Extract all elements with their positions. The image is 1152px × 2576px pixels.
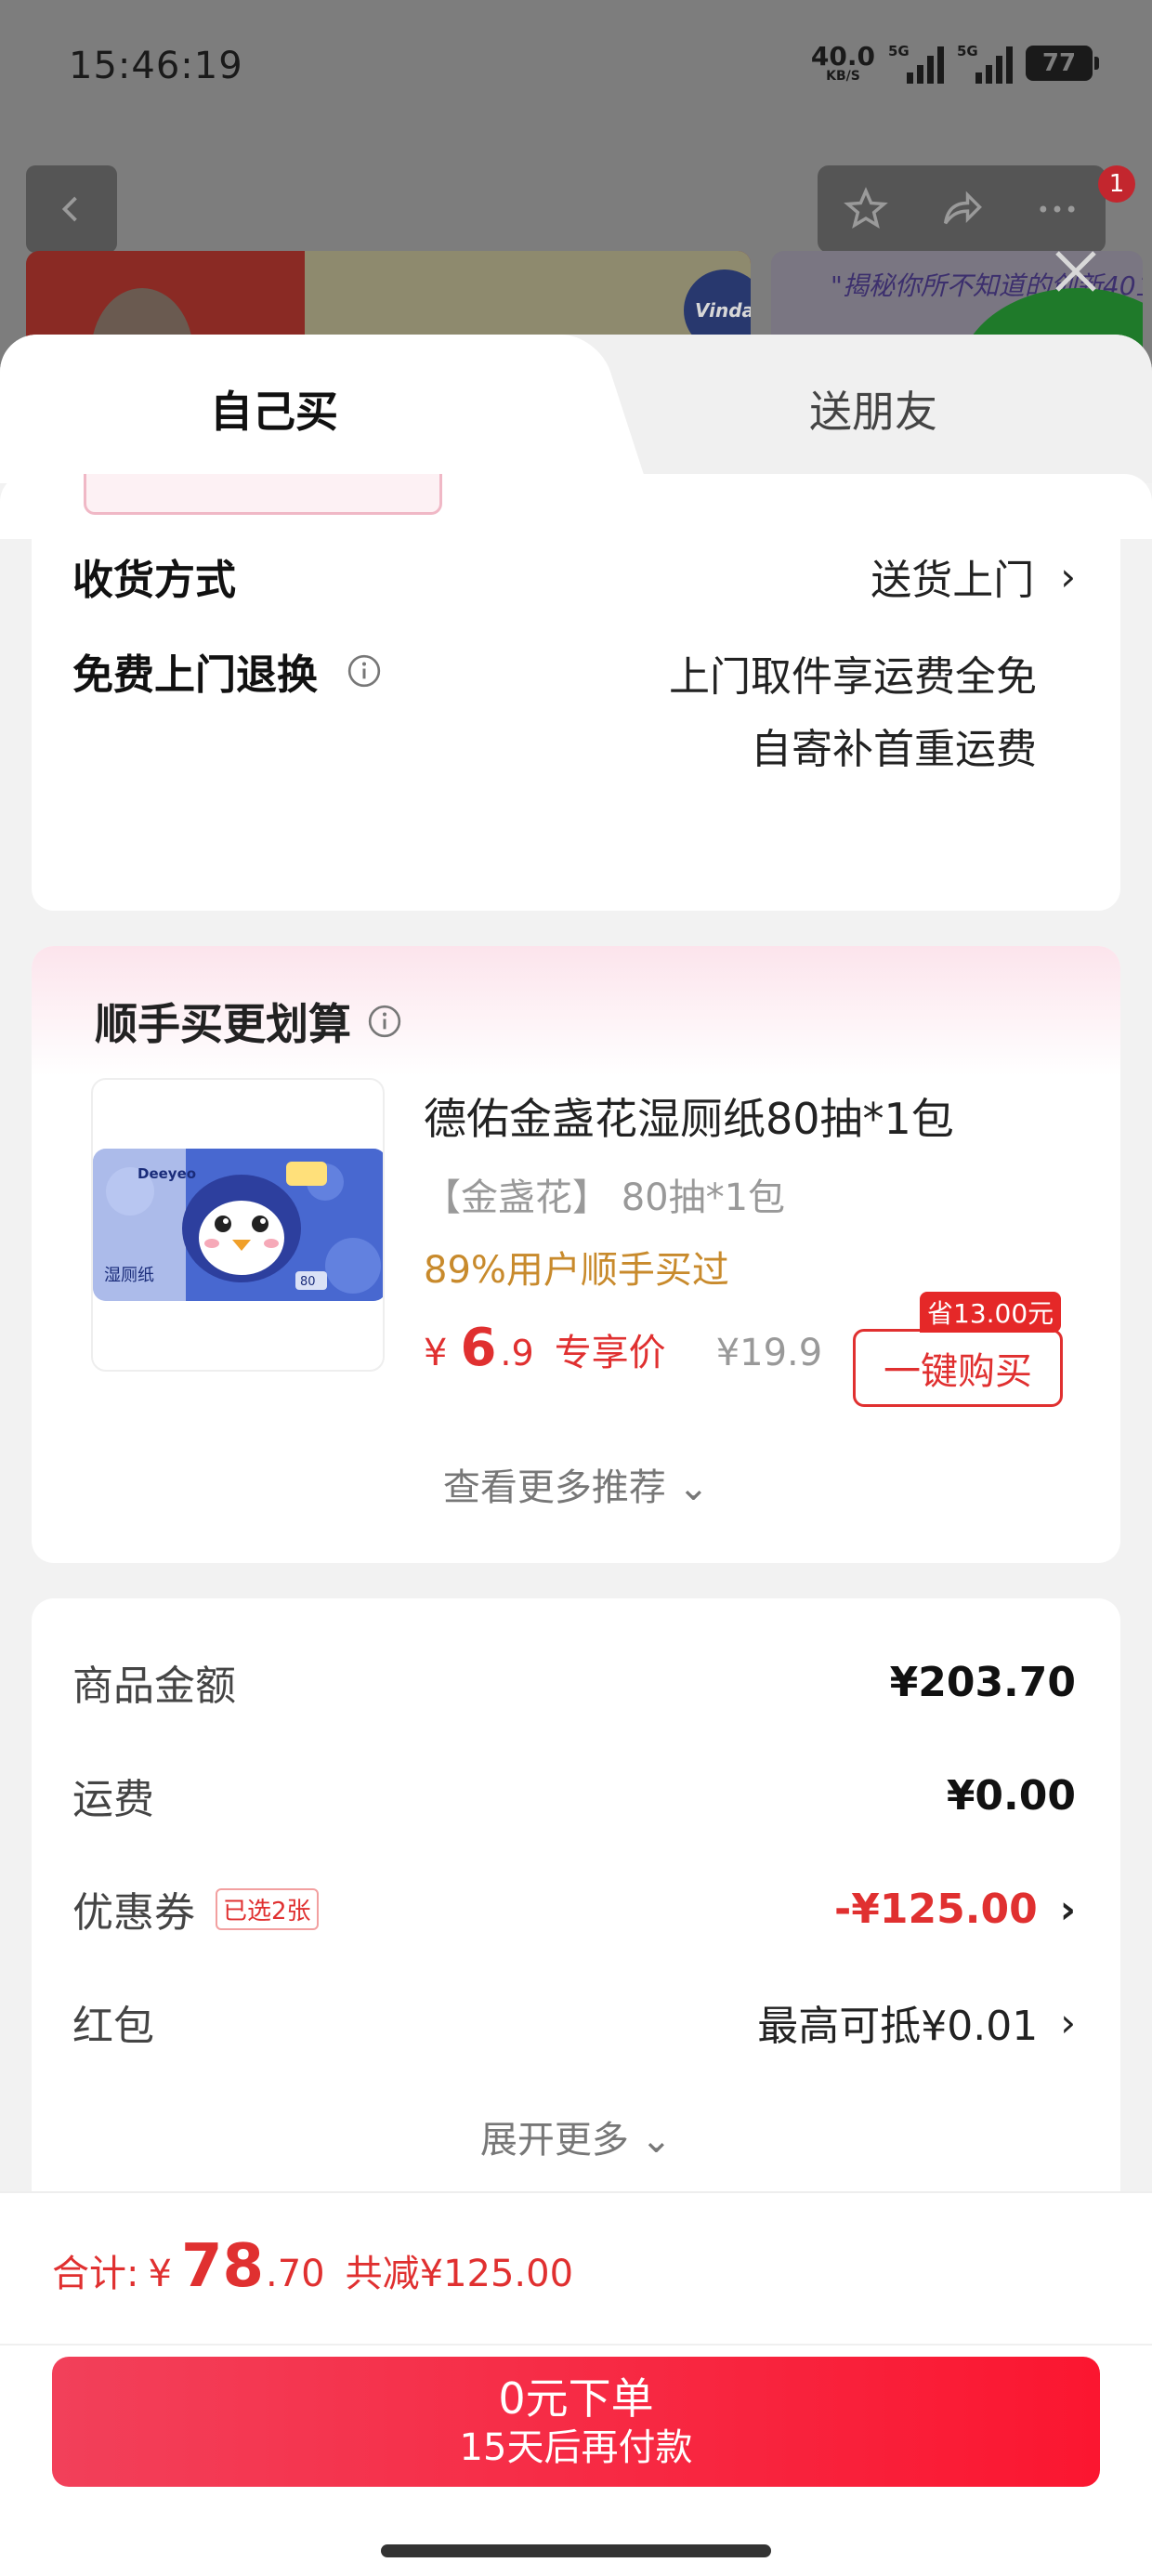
red-packet-value: 最高可抵¥0.01 (757, 2003, 1039, 2050)
product-popularity: 89%用户顺手买过 (424, 1249, 729, 1292)
freight-label: 运费 (72, 1776, 154, 1823)
coupon-label-wrap: 优惠券 已选2张 (72, 1879, 319, 1939)
total-integer: 78 (180, 2232, 264, 2301)
signal-type-label: 5G (888, 43, 910, 59)
product-image[interactable]: Deeyeo 湿厕纸 80 (91, 1078, 385, 1372)
free-return-detail: 上门取件享运费全免 自寄补首重运费 (669, 641, 1037, 786)
quick-buy-button[interactable]: 一键购买 (853, 1329, 1063, 1407)
return-line-2: 自寄补首重运费 (751, 726, 1037, 773)
delivery-method-label: 收货方式 (72, 557, 236, 604)
coupon-value: -¥125.00 (834, 1885, 1038, 1933)
share-icon[interactable] (937, 185, 986, 233)
original-price: ¥19.9 (715, 1332, 823, 1374)
battery-icon: 77 (1026, 46, 1099, 81)
return-line-1: 上门取件享运费全免 (669, 653, 1037, 701)
more-icon[interactable] (1033, 185, 1081, 233)
total-currency: ¥ (148, 2253, 172, 2295)
red-packet-row[interactable]: 红包 最高可抵¥0.01 › (72, 1985, 1076, 2059)
product-name[interactable]: 德佑金盏花湿厕纸80抽*1包 (424, 1085, 954, 1147)
freight-value: ¥0.00 (946, 1771, 1076, 1820)
network-speed-unit: KB/S (826, 69, 860, 84)
package-count: 80 (300, 1275, 316, 1289)
status-bar: 15:46:19 40.0 KB/S 5G 5G 77 (0, 0, 1152, 139)
place-order-button[interactable]: 0元下单 15天后再付款 (52, 2357, 1100, 2487)
checkout-bar: 合计: ¥ 78 .70 共减¥125.00 0元下单 15天后再付款 (0, 2191, 1152, 2576)
network-speed-value: 40.0 (810, 41, 875, 72)
coupon-row[interactable]: 优惠券 已选2张 -¥125.00 › (72, 1872, 1076, 1946)
chevron-right-icon: › (1059, 1886, 1076, 1932)
free-return-label: 免费上门退换 (72, 651, 318, 699)
order-total: 合计: ¥ 78 .70 共减¥125.00 (52, 2232, 573, 2301)
more-recommend-link[interactable]: 查看更多推荐 ⌄ (32, 1457, 1120, 1511)
chevron-right-icon: › (1060, 1999, 1076, 2045)
coupon-label: 优惠券 (72, 1889, 195, 1937)
price-currency: ¥ (424, 1332, 448, 1374)
order-sheet: 自己买 送朋友 收货方式 送货上门 › 免费上门退换 上门取件享运费全免 自寄补… (0, 335, 1152, 2576)
coupon-selected-tag: 已选2张 (216, 1887, 319, 1930)
signal-icon: 5G (888, 43, 944, 84)
network-speed: 40.0 KB/S (810, 41, 875, 84)
free-return-row: 免费上门退换 上门取件享运费全免 自寄补首重运费 (72, 641, 1076, 799)
status-indicators: 40.0 KB/S 5G 5G 77 (810, 41, 1099, 84)
chevron-left-icon (61, 196, 77, 222)
total-label: 合计: (52, 2253, 139, 2295)
recommend-title-wrap: 顺手买更划算 (95, 991, 403, 1052)
chevron-down-icon: ⌄ (677, 1466, 710, 1509)
home-indicator[interactable] (381, 2544, 771, 2557)
price-integer: 6 (460, 1318, 497, 1378)
info-icon[interactable] (366, 1003, 403, 1040)
back-button[interactable] (26, 165, 117, 253)
close-icon[interactable] (1048, 243, 1104, 299)
goods-amount-row: 商品金额 ¥203.70 (72, 1645, 1076, 1719)
price-tag: 专享价 (554, 1332, 666, 1374)
tab-gift-friend[interactable]: 送朋友 (595, 335, 1152, 483)
product-price: ¥ 6 .9 专享价 ¥19.9 (424, 1318, 822, 1378)
free-return-label-wrap: 免费上门退换 (72, 641, 383, 701)
background-page: 15:46:19 40.0 KB/S 5G 5G 77 1 Vinda "揭秘你… (0, 0, 1152, 390)
delivery-method-value: 送货上门 (871, 557, 1035, 604)
price-decimal: .9 (500, 1333, 534, 1373)
product-spec[interactable]: 【金盏花】 80抽*1包 (424, 1167, 785, 1221)
goods-amount-value: ¥203.70 (889, 1658, 1076, 1706)
signal-icon-2: 5G (957, 43, 1013, 84)
delivery-method-value-wrap: 送货上门 › (871, 546, 1076, 606)
info-icon[interactable] (346, 652, 383, 690)
purchase-tabs: 自己买 送朋友 (0, 335, 1152, 483)
divider (0, 2344, 1152, 2346)
coupon-value-wrap: -¥125.00 › (834, 1886, 1076, 1933)
more-recommend-label: 查看更多推荐 (442, 1466, 666, 1509)
package-label: 湿厕纸 (104, 1266, 154, 1285)
delivery-method-row[interactable]: 收货方式 送货上门 › (72, 539, 1076, 613)
red-packet-value-wrap: 最高可抵¥0.01 › (757, 1992, 1076, 2052)
battery-level: 77 (1041, 49, 1077, 77)
product-package-illustration: Deeyeo 湿厕纸 80 (93, 1149, 383, 1301)
goods-amount-label: 商品金额 (72, 1663, 236, 1710)
signal-type-label-2: 5G (957, 43, 978, 59)
order-button-title: 0元下单 (498, 2373, 654, 2425)
recommend-title: 顺手买更划算 (95, 999, 351, 1049)
tab-self-buy[interactable]: 自己买 (0, 335, 548, 483)
product-brand: Deeyeo (137, 1165, 196, 1182)
notification-badge: 1 (1098, 165, 1135, 203)
freight-row: 运费 ¥0.00 (72, 1758, 1076, 1833)
expand-more-label: 展开更多 (479, 2119, 629, 2162)
price-summary-card: 商品金额 ¥203.70 运费 ¥0.00 优惠券 已选2张 -¥125.00 … (32, 1598, 1120, 2249)
nav-actions (818, 165, 1106, 253)
star-icon[interactable] (842, 185, 890, 233)
total-discount: 共减¥125.00 (345, 2253, 574, 2295)
status-time: 15:46:19 (69, 45, 243, 87)
save-badge: 省13.00元 (920, 1292, 1062, 1333)
order-button-subtitle: 15天后再付款 (459, 2425, 693, 2469)
shipping-card: 收货方式 送货上门 › 免费上门退换 上门取件享运费全免 自寄补首重运费 (32, 474, 1120, 911)
recommend-card: 顺手买更划算 Deeyeo 湿厕纸 80 德佑金盏花湿厕纸80抽*1包 【金盏花… (32, 946, 1120, 1563)
expand-more-link[interactable]: 展开更多 ⌄ (32, 2109, 1120, 2163)
red-packet-label: 红包 (72, 2003, 154, 2050)
chevron-right-icon: › (1060, 553, 1076, 599)
total-decimal: .70 (266, 2253, 325, 2295)
chevron-down-icon: ⌄ (640, 2119, 673, 2162)
